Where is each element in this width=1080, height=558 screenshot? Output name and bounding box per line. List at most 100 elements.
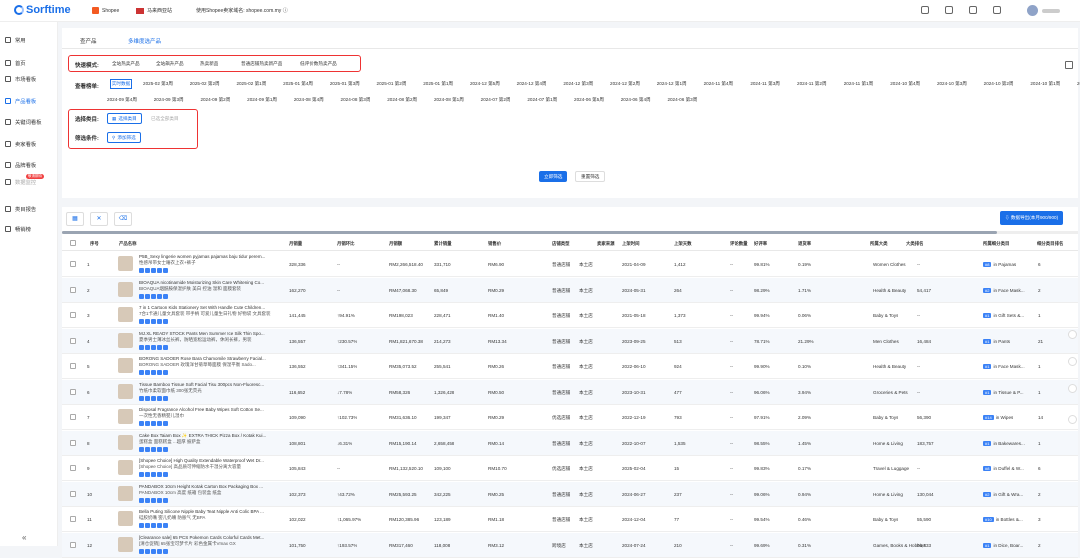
week-chip[interactable]: 2024-09 第3周 xyxy=(149,95,189,105)
sidebar-item-6[interactable]: 品牌看板 xyxy=(0,157,58,173)
week-chip[interactable]: 2025-01 第1周 xyxy=(418,79,458,89)
product-thumbnail[interactable] xyxy=(118,485,133,501)
tool-icon[interactable] xyxy=(151,344,156,350)
column-header[interactable]: 所属细分类目 xyxy=(983,241,1009,247)
week-chip[interactable]: 2024-06 第3周 xyxy=(662,95,702,105)
select-category-button[interactable]: ▦ 选择类目 xyxy=(107,113,142,124)
tool-icon[interactable] xyxy=(163,370,168,375)
product-thumbnail[interactable] xyxy=(118,383,133,399)
tool-icon[interactable] xyxy=(139,446,144,452)
sidebar-item-8[interactable]: 类目报告 xyxy=(0,201,58,217)
export-button[interactable]: ⇩ 数据导出(本月900/900) xyxy=(1000,211,1064,225)
table-row[interactable]: 9 [Shopee Choice] High Quality Extendable… xyxy=(62,456,1078,481)
table-row[interactable]: 1 P5B_Sexy lingerie women pyjamas pajamas… xyxy=(62,252,1078,277)
week-chip[interactable]: 2024-10 第4周 xyxy=(885,79,925,89)
sidebar-item-7[interactable]: 数据监控 敬请期待 xyxy=(0,174,58,190)
week-chip[interactable]: 2024-08 第2周 xyxy=(382,95,422,105)
column-header[interactable]: 退货率 xyxy=(798,241,811,247)
week-chip[interactable]: 2024-12 第1周 xyxy=(652,79,692,89)
select-all-checkbox[interactable] xyxy=(70,240,76,246)
brand-logo[interactable]: Sorftime xyxy=(14,4,71,16)
tool-icon[interactable] xyxy=(157,523,162,528)
tool-icon[interactable] xyxy=(151,472,156,477)
week-chip[interactable]: 2024-10 第2周 xyxy=(979,79,1019,89)
tool-icon[interactable] xyxy=(151,446,156,452)
scroll-thumb[interactable] xyxy=(62,231,997,234)
quick-chip[interactable]: 普通店铺热卖新产品 xyxy=(238,59,285,69)
reset-filter-button[interactable]: 重置筛选 xyxy=(575,171,606,182)
tool-icon[interactable] xyxy=(145,293,150,299)
product-thumbnail[interactable] xyxy=(118,409,133,424)
week-chip[interactable]: 实时数据 xyxy=(110,79,132,89)
tool-icon[interactable] xyxy=(139,523,144,528)
panel-toggle-icon[interactable] xyxy=(1065,61,1073,69)
clear-icon[interactable]: ✕ xyxy=(90,212,108,226)
table-row[interactable]: 5 BORONG SADOER Rose Bara Chamomile Straw… xyxy=(62,354,1078,379)
week-chip[interactable]: 2025-01 第2周 xyxy=(372,79,412,89)
product-thumbnail[interactable] xyxy=(118,307,133,322)
column-settings-icon[interactable]: ▦ xyxy=(66,212,84,226)
tool-icon[interactable] xyxy=(157,472,162,477)
week-chip[interactable]: 2025-02 第1周 xyxy=(231,79,271,89)
add-filter-button[interactable]: ⚲ 添加筛选 xyxy=(107,132,141,143)
product-thumbnail[interactable] xyxy=(118,281,133,297)
week-chip[interactable]: 2024-11 第3周 xyxy=(745,79,785,89)
tool-icon[interactable] xyxy=(145,319,150,324)
tool-icon[interactable] xyxy=(139,370,144,375)
row-checkbox[interactable] xyxy=(70,516,76,522)
settings-icon[interactable] xyxy=(921,6,929,14)
tool-icon[interactable] xyxy=(139,395,144,401)
column-header[interactable]: 上架天数 xyxy=(674,241,692,247)
column-header[interactable]: 卖家来源 xyxy=(597,241,615,247)
tool-icon[interactable] xyxy=(139,421,144,426)
week-chip[interactable]: 2024-07 第1周 xyxy=(522,95,562,105)
tool-icon[interactable] xyxy=(151,370,156,375)
week-chip[interactable]: 2025-01 第4周 xyxy=(278,79,318,89)
row-checkbox[interactable] xyxy=(70,490,76,497)
tool-icon[interactable] xyxy=(157,497,162,503)
tool-icon[interactable] xyxy=(157,548,162,554)
sidebar-item-2[interactable]: 市场看板 xyxy=(0,71,58,87)
tool-icon[interactable] xyxy=(145,344,150,350)
row-checkbox[interactable] xyxy=(70,286,76,293)
row-checkbox[interactable] xyxy=(70,337,76,344)
tool-icon[interactable] xyxy=(163,523,168,528)
column-header[interactable]: 好评率 xyxy=(754,241,767,247)
quick-chip[interactable]: 全站热卖产品 xyxy=(109,59,143,69)
tool-icon[interactable] xyxy=(163,497,168,503)
week-chip[interactable]: 2024-12 第4周 xyxy=(512,79,552,89)
table-row[interactable]: 11 Bella Puting Silicone Nipple Baby Teat… xyxy=(62,507,1078,532)
row-checkbox[interactable] xyxy=(70,388,76,395)
product-thumbnail[interactable] xyxy=(118,332,133,348)
row-checkbox[interactable] xyxy=(70,363,76,369)
week-chip[interactable]: 2024-12 第2周 xyxy=(605,79,645,89)
quick-chip[interactable]: 全站飙升产品 xyxy=(153,59,187,69)
tool-icon[interactable] xyxy=(157,344,162,350)
row-checkbox[interactable] xyxy=(70,414,76,420)
quick-chip[interactable]: 热卖新品 xyxy=(197,59,221,69)
row-checkbox[interactable] xyxy=(70,312,76,318)
float-tool-icon[interactable] xyxy=(1068,415,1077,424)
product-thumbnail[interactable] xyxy=(118,358,133,373)
trash-icon[interactable]: ⌫ xyxy=(114,212,132,226)
column-header[interactable]: 细分类目排名 xyxy=(1037,241,1063,247)
tool-icon[interactable] xyxy=(145,370,150,375)
sidebar-item-0[interactable]: 常用 xyxy=(0,32,58,48)
platform-selector[interactable]: Shopee xyxy=(92,7,119,14)
float-tool-icon[interactable] xyxy=(1068,357,1077,366)
week-chip[interactable]: 2024-08 第3周 xyxy=(336,95,376,105)
domain-setting[interactable]: 使用Shopee卖家域名: shopee.com.my ⓘ xyxy=(196,7,288,14)
product-thumbnail[interactable] xyxy=(118,511,133,526)
week-chip[interactable]: 2024-09 第2周 xyxy=(195,95,235,105)
week-chip[interactable]: 2024-10 第1周 xyxy=(1025,79,1065,89)
column-header[interactable]: 评论数量 xyxy=(730,241,748,247)
sidebar-item-3[interactable]: 产品看板 xyxy=(0,93,58,109)
tool-icon[interactable] xyxy=(145,268,150,273)
column-header[interactable]: 月销量 xyxy=(289,241,302,247)
tool-icon[interactable] xyxy=(145,421,150,426)
tool-icon[interactable] xyxy=(163,319,168,324)
tool-icon[interactable] xyxy=(145,523,150,528)
tool-icon[interactable] xyxy=(145,497,150,503)
week-chip[interactable]: 2024-09 第1周 xyxy=(242,95,282,105)
tool-icon[interactable] xyxy=(151,319,156,324)
